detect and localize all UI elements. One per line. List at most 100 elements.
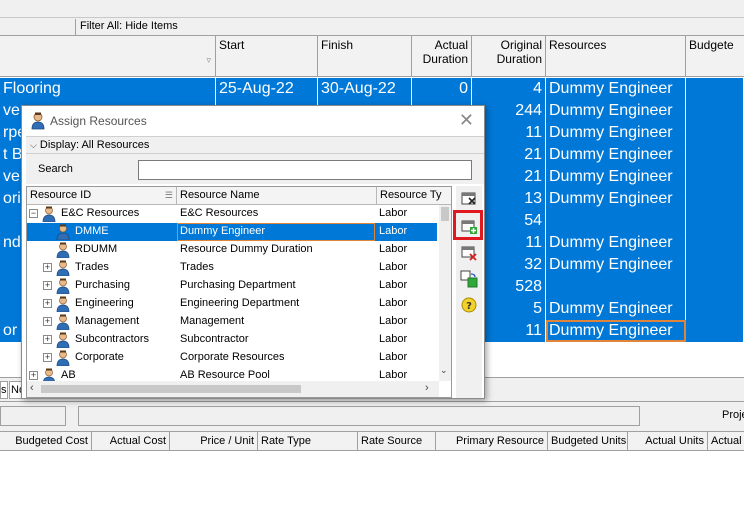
close-icon[interactable]: ✕ bbox=[459, 110, 474, 131]
expand-icon[interactable]: + bbox=[43, 353, 52, 362]
actual-duration-cell[interactable]: 0 bbox=[412, 78, 472, 100]
resource-person-icon bbox=[55, 332, 71, 349]
resources-column-header[interactable]: Resources bbox=[546, 36, 686, 77]
finish-column-header[interactable]: Finish bbox=[318, 36, 412, 77]
budgeted-cell[interactable] bbox=[686, 232, 744, 254]
resource-tree-row[interactable]: + Purchasing Purchasing Department Labor bbox=[27, 277, 437, 295]
resource-person-icon bbox=[55, 242, 71, 259]
rate-type-header[interactable]: Rate Type bbox=[258, 432, 358, 451]
resources-cell[interactable]: Dummy Engineer bbox=[546, 298, 686, 320]
details-field-main[interactable] bbox=[78, 406, 640, 426]
resource-id-column-header[interactable]: Resource ID ☰ bbox=[27, 187, 177, 205]
finish-cell[interactable]: 30-Aug-22 bbox=[318, 78, 412, 100]
resources-cell[interactable] bbox=[546, 210, 686, 232]
activity-name-header[interactable]: ▿ bbox=[0, 36, 216, 77]
expand-icon[interactable]: + bbox=[43, 281, 52, 290]
top-toolbar-strip bbox=[0, 0, 744, 18]
scroll-right-icon[interactable]: › bbox=[425, 382, 429, 394]
resource-person-icon bbox=[55, 224, 71, 241]
resources-cell[interactable]: Dummy Engineer bbox=[546, 320, 686, 342]
activity-name-cell[interactable]: Flooring bbox=[0, 78, 216, 100]
budgeted-cell[interactable] bbox=[686, 298, 744, 320]
primary-resource-header[interactable]: Primary Resource bbox=[436, 432, 548, 451]
resource-person-icon bbox=[55, 350, 71, 367]
resource-tree-row[interactable]: + Subcontractors Subcontractor Labor bbox=[27, 331, 437, 349]
resource-name-cell: E&C Resources bbox=[180, 207, 259, 219]
resource-type-column-header[interactable]: Resource Ty bbox=[377, 187, 451, 205]
vertical-scrollbar[interactable]: ⌄ bbox=[439, 205, 451, 381]
actual-extra-header[interactable]: Actual bbox=[708, 432, 744, 451]
close-list-icon[interactable] bbox=[460, 190, 478, 208]
resources-cell[interactable]: Dummy Engineer bbox=[546, 254, 686, 276]
resource-tree-row[interactable]: + Management Management Labor bbox=[27, 313, 437, 331]
budgeted-cell[interactable] bbox=[686, 188, 744, 210]
resource-tree-row[interactable]: + Corporate Corporate Resources Labor bbox=[27, 349, 437, 367]
horizontal-scroll-thumb[interactable] bbox=[41, 385, 301, 393]
resource-tree-row[interactable]: − E&C Resources E&C Resources Labor bbox=[27, 205, 437, 223]
rate-source-header[interactable]: Rate Source bbox=[358, 432, 436, 451]
budgeted-cell[interactable] bbox=[686, 144, 744, 166]
actual-duration-column-header[interactable]: Actual Duration bbox=[412, 36, 472, 77]
budgeted-cell[interactable] bbox=[686, 254, 744, 276]
resources-cell[interactable]: Dummy Engineer bbox=[546, 232, 686, 254]
resource-tree-row[interactable]: + Engineering Engineering Department Labor bbox=[27, 295, 437, 313]
resource-tree-row[interactable]: + Trades Trades Labor bbox=[27, 259, 437, 277]
resource-name-cell: Corporate Resources bbox=[180, 351, 285, 363]
details-tab-s[interactable]: s bbox=[0, 381, 8, 399]
resource-id-cell: Corporate bbox=[75, 351, 124, 363]
resources-cell[interactable]: Dummy Engineer bbox=[546, 78, 686, 100]
resource-tree-row[interactable]: RDUMM Resource Dummy Duration Labor bbox=[27, 241, 437, 259]
original-duration-column-header[interactable]: Original Duration bbox=[472, 36, 546, 77]
display-filter-bar[interactable]: ⌵ Display: All Resources bbox=[26, 136, 484, 154]
vertical-scroll-thumb[interactable] bbox=[441, 207, 449, 221]
expand-icon[interactable]: + bbox=[43, 317, 52, 326]
budgeted-cell[interactable] bbox=[686, 100, 744, 122]
resource-type-cell: Labor bbox=[379, 225, 408, 237]
budgeted-units-header[interactable]: Budgeted Units bbox=[548, 432, 628, 451]
expand-icon[interactable]: + bbox=[43, 299, 52, 308]
search-input[interactable] bbox=[138, 160, 472, 180]
remove-resource-icon[interactable] bbox=[460, 244, 478, 262]
replace-resource-icon[interactable] bbox=[460, 270, 478, 288]
budgeted-column-header[interactable]: Budgete bbox=[686, 36, 744, 77]
budgeted-cell[interactable] bbox=[686, 122, 744, 144]
resources-cell[interactable]: Dummy Engineer bbox=[546, 122, 686, 144]
scroll-left-icon[interactable]: ‹ bbox=[30, 382, 34, 394]
help-icon[interactable]: ? bbox=[460, 296, 478, 314]
horizontal-scrollbar[interactable]: ‹ › bbox=[27, 381, 439, 397]
details-field-left[interactable] bbox=[0, 406, 66, 426]
chevron-down-icon[interactable]: ⌵ bbox=[30, 140, 37, 150]
actual-units-header[interactable]: Actual Units bbox=[628, 432, 708, 451]
search-label: Search bbox=[38, 163, 73, 175]
resource-type-cell: Labor bbox=[379, 243, 408, 255]
budgeted-cost-header[interactable]: Budgeted Cost bbox=[0, 432, 92, 451]
dialog-title-bar[interactable]: Assign Resources ✕ bbox=[22, 106, 484, 136]
price-per-unit-header[interactable]: Price / Unit bbox=[170, 432, 258, 451]
start-column-header[interactable]: Start bbox=[216, 36, 318, 77]
activity-row[interactable]: Flooring 25-Aug-22 30-Aug-22 0 4 Dummy Engine… bbox=[0, 78, 744, 100]
budgeted-cell[interactable] bbox=[686, 210, 744, 232]
resources-cell[interactable]: Dummy Engineer bbox=[546, 166, 686, 188]
search-row: Search bbox=[26, 154, 484, 184]
original-duration-cell[interactable]: 4 bbox=[472, 78, 546, 100]
actual-cost-header[interactable]: Actual Cost bbox=[92, 432, 170, 451]
expand-icon[interactable]: + bbox=[43, 335, 52, 344]
resources-cell[interactable] bbox=[546, 276, 686, 298]
resource-person-icon bbox=[41, 206, 57, 223]
resources-cell[interactable]: Dummy Engineer bbox=[546, 188, 686, 210]
resource-tree-row[interactable]: DMME Dummy Engineer Labor bbox=[27, 223, 437, 241]
resources-cell[interactable]: Dummy Engineer bbox=[546, 144, 686, 166]
resources-cell[interactable]: Dummy Engineer bbox=[546, 100, 686, 122]
collapse-icon[interactable]: − bbox=[29, 209, 38, 218]
start-cell[interactable]: 25-Aug-22 bbox=[216, 78, 318, 100]
budgeted-cell[interactable] bbox=[686, 78, 744, 100]
resource-name-column-header[interactable]: Resource Name bbox=[177, 187, 377, 205]
resource-id-cell: Subcontractors bbox=[75, 333, 149, 345]
expand-icon[interactable]: + bbox=[29, 371, 38, 380]
budgeted-cell[interactable] bbox=[686, 276, 744, 298]
budgeted-cell[interactable] bbox=[686, 320, 744, 342]
resource-id-cell: DMME bbox=[75, 225, 109, 237]
scroll-down-icon[interactable]: ⌄ bbox=[440, 365, 448, 376]
budgeted-cell[interactable] bbox=[686, 166, 744, 188]
expand-icon[interactable]: + bbox=[43, 263, 52, 272]
